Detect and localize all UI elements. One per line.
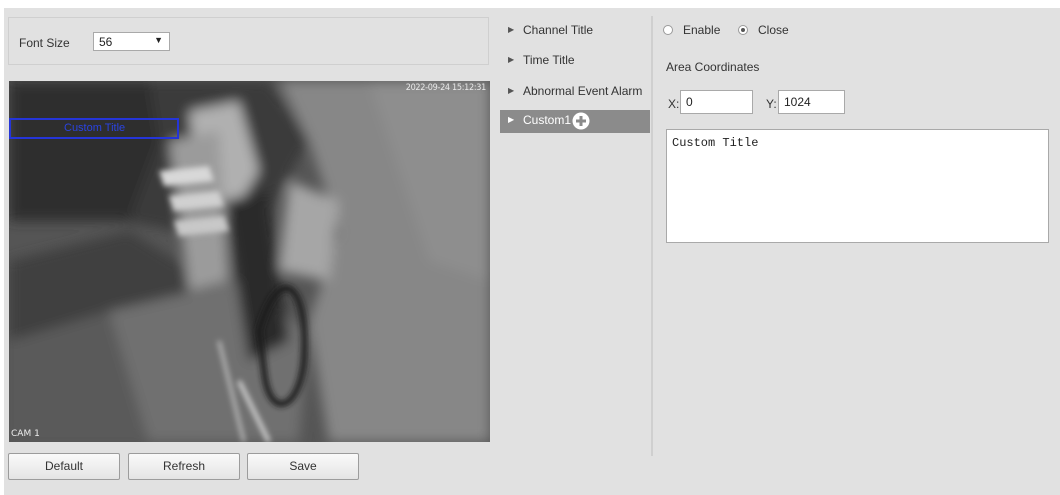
close-label: Close [758, 23, 789, 37]
custom-title-overlay-text: Custom Title [64, 122, 126, 134]
custom-title-overlay-box[interactable]: Custom Title [9, 118, 179, 139]
x-label: X: [668, 97, 680, 111]
video-preview[interactable]: 2022-09-24 15:12:31 Custom Title CAM 1 [9, 81, 490, 442]
plus-circle-icon[interactable] [572, 112, 590, 130]
enable-label: Enable [683, 23, 721, 37]
camera-label: CAM 1 [11, 429, 40, 439]
triangle-right-icon: ▶ [508, 86, 515, 95]
tree-item-label: Abnormal Event Alarm [523, 84, 643, 98]
font-size-label: Font Size [19, 36, 70, 50]
y-coordinate-input[interactable] [778, 90, 845, 114]
tree-item-abnormal-event-alarm[interactable]: ▶ Abnormal Event Alarm [500, 81, 650, 103]
tree-item-custom1[interactable]: ▶ Custom1 [500, 110, 650, 133]
save-button[interactable]: Save [247, 453, 359, 480]
font-size-value: 56 [99, 35, 113, 49]
tree-item-time-title[interactable]: ▶ Time Title [500, 50, 650, 72]
enable-radio[interactable] [663, 25, 673, 35]
top-strip [0, 0, 1060, 8]
close-radio[interactable] [738, 25, 748, 35]
panel-divider [651, 16, 653, 456]
refresh-button[interactable]: Refresh [128, 453, 240, 480]
tree-item-label: Time Title [523, 53, 575, 67]
custom-title-textarea[interactable]: Custom Title [666, 129, 1049, 243]
area-coordinates-label: Area Coordinates [666, 60, 760, 74]
video-timestamp: 2022-09-24 15:12:31 [405, 83, 487, 93]
font-size-bar: Font Size 56 ▼ [8, 17, 489, 65]
tree-item-label: Custom1 [523, 113, 572, 127]
x-coordinate-input[interactable] [680, 90, 753, 114]
left-strip [0, 0, 4, 495]
y-label: Y: [766, 97, 777, 111]
triangle-right-icon: ▶ [508, 115, 515, 124]
triangle-right-icon: ▶ [508, 25, 515, 34]
tree-item-channel-title[interactable]: ▶ Channel Title [500, 20, 650, 42]
chevron-down-icon: ▼ [154, 35, 163, 45]
default-button[interactable]: Default [8, 453, 120, 480]
tree-item-label: Channel Title [523, 23, 594, 37]
font-size-select[interactable]: 56 ▼ [93, 32, 170, 51]
triangle-right-icon: ▶ [508, 55, 515, 64]
